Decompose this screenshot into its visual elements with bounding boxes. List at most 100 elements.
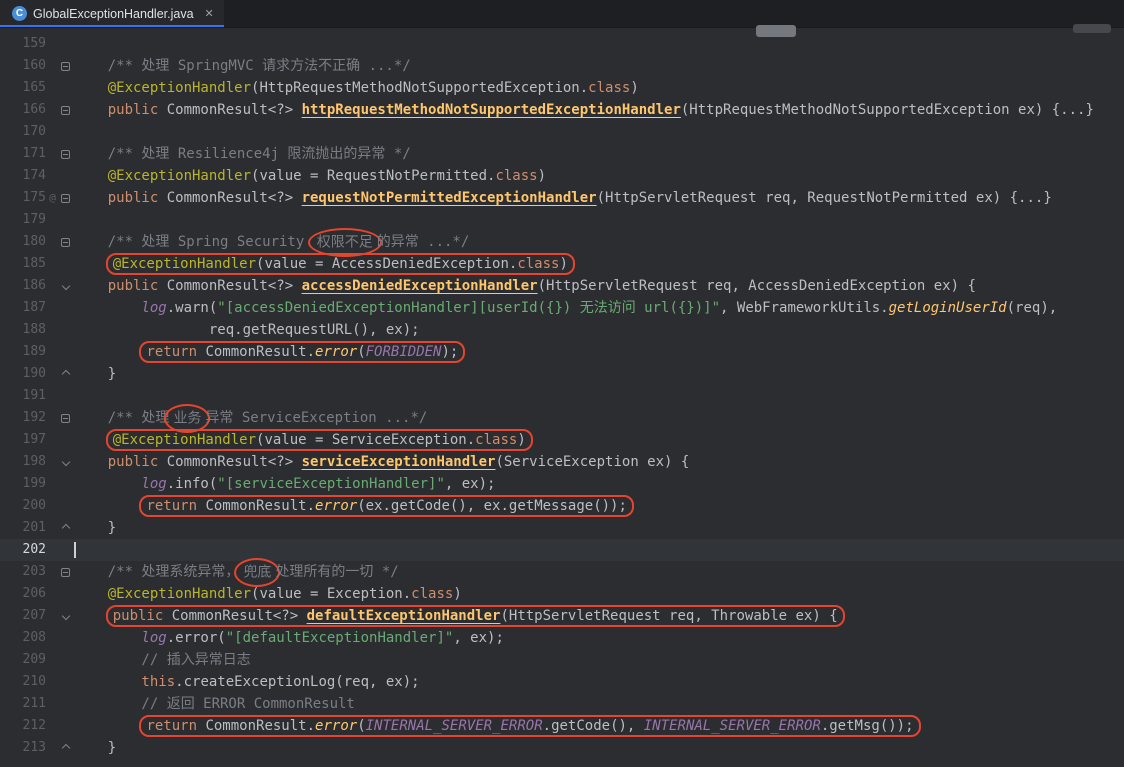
code-line[interactable]: 207 public CommonResult<?> defaultExcept…: [0, 605, 1124, 627]
gutter[interactable]: 200: [0, 495, 74, 517]
gutter[interactable]: 189: [0, 341, 74, 363]
code-line[interactable]: 202: [0, 539, 1124, 561]
code-line[interactable]: 166 public CommonResult<?> httpRequestMe…: [0, 99, 1124, 121]
code-line[interactable]: 203 /** 处理系统异常，兜底处理所有的一切 */: [0, 561, 1124, 583]
fold-icon[interactable]: [61, 194, 70, 203]
gutter[interactable]: 180: [0, 231, 74, 253]
code-line[interactable]: 201 }: [0, 517, 1124, 539]
code-text[interactable]: @ExceptionHandler(HttpRequestMethodNotSu…: [74, 77, 1124, 99]
code-line[interactable]: 165 @ExceptionHandler(HttpRequestMethodN…: [0, 77, 1124, 99]
code-line[interactable]: 189 return CommonResult.error(FORBIDDEN)…: [0, 341, 1124, 363]
code-text[interactable]: /** 处理业务异常 ServiceException ...*/: [74, 407, 1124, 429]
code-line[interactable]: 170: [0, 121, 1124, 143]
code-text[interactable]: log.warn("[accessDeniedExceptionHandler]…: [74, 297, 1124, 319]
code-text[interactable]: /** 处理 Resilience4j 限流抛出的异常 */: [74, 143, 1124, 165]
gutter[interactable]: 165: [0, 77, 74, 99]
gutter[interactable]: 213: [0, 737, 74, 759]
fold-icon[interactable]: [61, 238, 70, 247]
code-line[interactable]: 191: [0, 385, 1124, 407]
code-text[interactable]: return CommonResult.error(ex.getCode(), …: [74, 495, 1124, 517]
code-editor[interactable]: 159160 /** 处理 SpringMVC 请求方法不正确 ...*/165…: [0, 28, 1124, 767]
code-line[interactable]: 185 @ExceptionHandler(value = AccessDeni…: [0, 253, 1124, 275]
code-text[interactable]: /** 处理 SpringMVC 请求方法不正确 ...*/: [74, 55, 1124, 77]
fold-icon[interactable]: [61, 106, 70, 115]
gutter[interactable]: 207: [0, 605, 74, 627]
code-text[interactable]: // 插入异常日志: [74, 649, 1124, 671]
gutter[interactable]: 190: [0, 363, 74, 385]
gutter[interactable]: 188: [0, 319, 74, 341]
fold-icon[interactable]: [61, 568, 70, 577]
code-line[interactable]: 180 /** 处理 Spring Security 权限不足的异常 ...*/: [0, 231, 1124, 253]
code-line[interactable]: 192 /** 处理业务异常 ServiceException ...*/: [0, 407, 1124, 429]
code-text[interactable]: // 返回 ERROR CommonResult: [74, 693, 1124, 715]
chevron-down-icon[interactable]: [61, 612, 69, 620]
gutter[interactable]: 211: [0, 693, 74, 715]
code-text[interactable]: [74, 539, 1124, 561]
gutter[interactable]: 199: [0, 473, 74, 495]
gutter[interactable]: 201: [0, 517, 74, 539]
gutter[interactable]: 191: [0, 385, 74, 407]
code-text[interactable]: }: [74, 363, 1124, 385]
code-line[interactable]: 188 req.getRequestURL(), ex);: [0, 319, 1124, 341]
gutter[interactable]: 206: [0, 583, 74, 605]
gutter[interactable]: 185: [0, 253, 74, 275]
code-text[interactable]: public CommonResult<?> defaultExceptionH…: [74, 605, 1124, 627]
gutter[interactable]: 166: [0, 99, 74, 121]
code-text[interactable]: @ExceptionHandler(value = AccessDeniedEx…: [74, 253, 1124, 275]
code-text[interactable]: }: [74, 517, 1124, 539]
code-text[interactable]: public CommonResult<?> serviceExceptionH…: [74, 451, 1124, 473]
fold-icon[interactable]: [61, 62, 70, 71]
code-text[interactable]: req.getRequestURL(), ex);: [74, 319, 1124, 341]
code-line[interactable]: 199 log.info("[serviceExceptionHandler]"…: [0, 473, 1124, 495]
code-line[interactable]: 186 public CommonResult<?> accessDeniedE…: [0, 275, 1124, 297]
editor-tab[interactable]: C GlobalExceptionHandler.java ✕: [0, 0, 224, 27]
gutter[interactable]: 209: [0, 649, 74, 671]
code-text[interactable]: public CommonResult<?> requestNotPermitt…: [74, 187, 1124, 209]
code-line[interactable]: 209 // 插入异常日志: [0, 649, 1124, 671]
code-text[interactable]: return CommonResult.error(FORBIDDEN);: [74, 341, 1124, 363]
code-text[interactable]: [74, 33, 1124, 55]
code-line[interactable]: 198 public CommonResult<?> serviceExcept…: [0, 451, 1124, 473]
chevron-up-icon[interactable]: [61, 744, 69, 752]
gutter[interactable]: 174: [0, 165, 74, 187]
code-text[interactable]: @ExceptionHandler(value = ServiceExcepti…: [74, 429, 1124, 451]
chevron-down-icon[interactable]: [61, 282, 69, 290]
gutter[interactable]: 187: [0, 297, 74, 319]
code-text[interactable]: this.createExceptionLog(req, ex);: [74, 671, 1124, 693]
editor-floating-widget[interactable]: [756, 25, 796, 37]
gutter[interactable]: 203: [0, 561, 74, 583]
code-text[interactable]: log.info("[serviceExceptionHandler]", ex…: [74, 473, 1124, 495]
gutter[interactable]: 198: [0, 451, 74, 473]
gutter[interactable]: 192: [0, 407, 74, 429]
code-text[interactable]: public CommonResult<?> accessDeniedExcep…: [74, 275, 1124, 297]
gutter[interactable]: 202: [0, 539, 74, 561]
fold-icon[interactable]: [61, 414, 70, 423]
code-line[interactable]: 187 log.warn("[accessDeniedExceptionHand…: [0, 297, 1124, 319]
code-text[interactable]: return CommonResult.error(INTERNAL_SERVE…: [74, 715, 1124, 737]
code-text[interactable]: /** 处理系统异常，兜底处理所有的一切 */: [74, 561, 1124, 583]
code-text[interactable]: [74, 385, 1124, 407]
code-line[interactable]: 190 }: [0, 363, 1124, 385]
chevron-down-icon[interactable]: [61, 458, 69, 466]
scrollbar-thumb[interactable]: [1073, 24, 1111, 33]
gutter[interactable]: 175@: [0, 187, 74, 209]
code-line[interactable]: 200 return CommonResult.error(ex.getCode…: [0, 495, 1124, 517]
gutter[interactable]: 179: [0, 209, 74, 231]
code-text[interactable]: }: [74, 737, 1124, 759]
gutter[interactable]: 197: [0, 429, 74, 451]
code-line[interactable]: 211 // 返回 ERROR CommonResult: [0, 693, 1124, 715]
gutter[interactable]: 186: [0, 275, 74, 297]
gutter[interactable]: 159: [0, 33, 74, 55]
code-text[interactable]: /** 处理 Spring Security 权限不足的异常 ...*/: [74, 231, 1124, 253]
code-line[interactable]: 174 @ExceptionHandler(value = RequestNot…: [0, 165, 1124, 187]
gutter[interactable]: 208: [0, 627, 74, 649]
code-text[interactable]: [74, 121, 1124, 143]
code-line[interactable]: 210 this.createExceptionLog(req, ex);: [0, 671, 1124, 693]
gutter[interactable]: 160: [0, 55, 74, 77]
code-text[interactable]: [74, 209, 1124, 231]
code-line[interactable]: 159: [0, 33, 1124, 55]
code-text[interactable]: @ExceptionHandler(value = RequestNotPerm…: [74, 165, 1124, 187]
gutter[interactable]: 210: [0, 671, 74, 693]
code-line[interactable]: 179: [0, 209, 1124, 231]
code-line[interactable]: 206 @ExceptionHandler(value = Exception.…: [0, 583, 1124, 605]
